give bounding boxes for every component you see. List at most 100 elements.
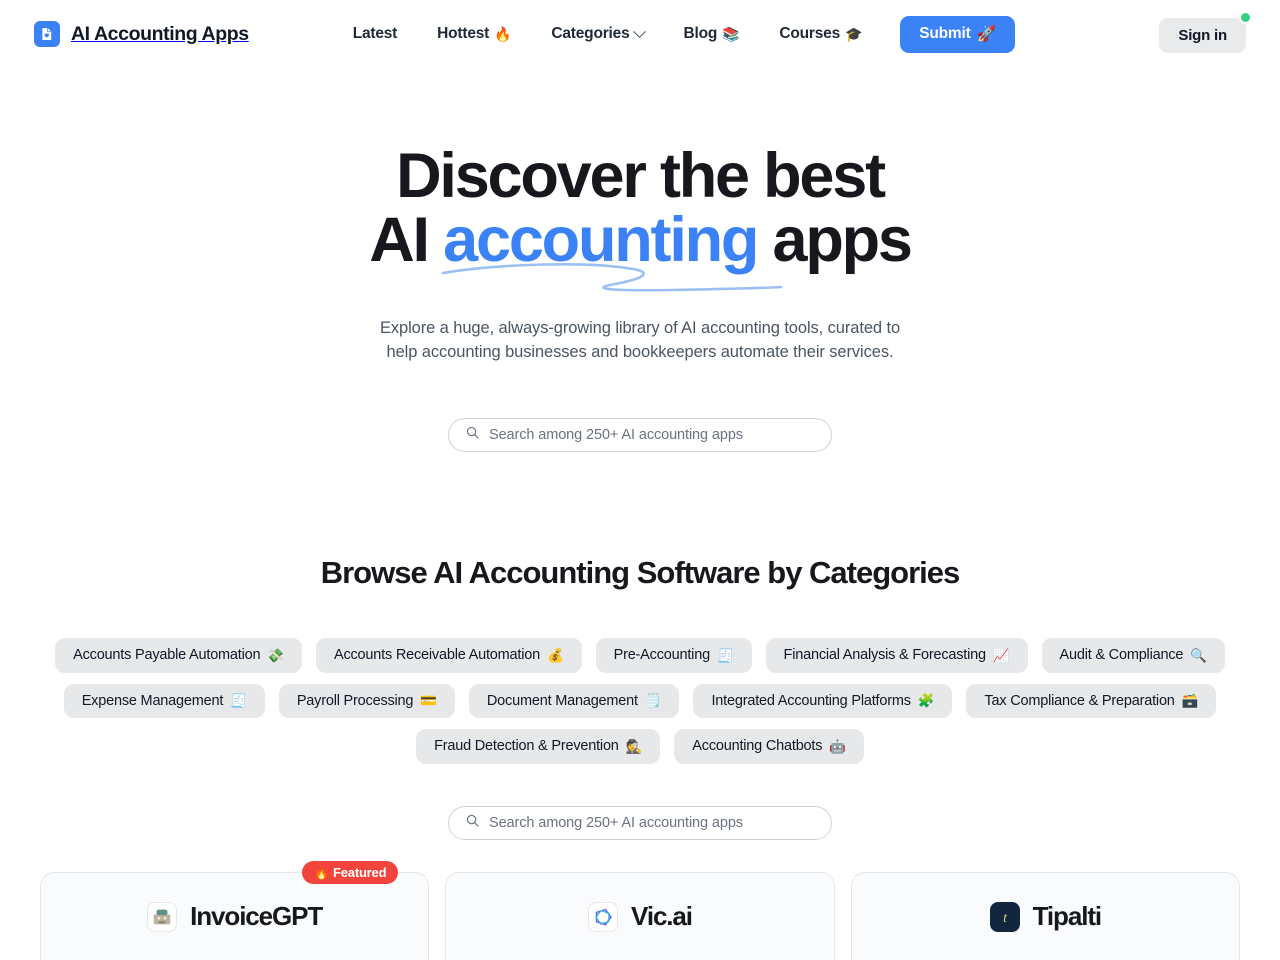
category-pill-financial-analysis-forecasting[interactable]: Financial Analysis & Forecasting 📈 xyxy=(765,638,1028,673)
nav-item-blog-label: Blog xyxy=(683,25,718,42)
brand-name: AI Accounting Apps xyxy=(71,22,249,45)
nav-item-blog[interactable]: Blog 📚 xyxy=(664,17,760,51)
robot-icon: 🤖 xyxy=(829,738,846,754)
categories-search-wrap xyxy=(0,806,1280,841)
categories-search-box[interactable] xyxy=(448,806,832,841)
rocket-icon: 🚀 xyxy=(976,25,996,43)
category-pill-list: Accounts Payable Automation 💸 Accounts R… xyxy=(0,638,1280,765)
status-indicator-dot xyxy=(1239,10,1252,24)
nav-item-courses-label: Courses xyxy=(779,25,840,42)
nav-item-categories-label: Categories xyxy=(551,25,630,42)
credit-card-icon: 💳 xyxy=(420,693,437,709)
category-pill-row: Accounts Payable Automation 💸 Accounts R… xyxy=(0,638,1280,673)
category-pill-pre-accounting[interactable]: Pre-Accounting 🧾 xyxy=(595,638,752,673)
categories-search-input[interactable] xyxy=(489,815,815,832)
category-pill-accounting-chatbots[interactable]: Accounting Chatbots 🤖 xyxy=(674,729,864,765)
nav-item-courses[interactable]: Courses 🎓 xyxy=(759,17,882,51)
hero-title-line2-post: apps xyxy=(757,205,912,276)
category-pill-integrated-accounting-platforms[interactable]: Integrated Accounting Platforms 🧩 xyxy=(693,683,953,719)
invoicegpt-logo-icon xyxy=(147,901,178,932)
brand-logo-link[interactable]: AI Accounting Apps xyxy=(34,21,249,47)
receipt-icon: 🧾 xyxy=(230,693,247,709)
sign-in-button[interactable]: Sign in xyxy=(1159,17,1246,53)
categories-heading: Browse AI Accounting Software by Categor… xyxy=(320,555,961,590)
app-card-title: Tipalti xyxy=(1032,901,1102,932)
nav-item-categories[interactable]: Categories xyxy=(531,17,663,51)
category-pill-label: Document Management xyxy=(486,692,638,709)
graduation-cap-icon: 🎓 xyxy=(845,26,863,42)
svg-text:t: t xyxy=(1003,910,1008,925)
category-pill-label: Accounts Receivable Automation xyxy=(333,647,540,663)
vicai-logo-icon xyxy=(588,901,619,932)
category-pill-label: Fraud Detection & Prevention xyxy=(434,738,619,755)
hero-search-box[interactable] xyxy=(448,418,832,452)
category-pill-document-management[interactable]: Document Management 🗒️ xyxy=(468,683,680,719)
tipalti-logo-icon: t xyxy=(989,901,1020,932)
category-pill-row: Expense Management 🧾 Payroll Processing … xyxy=(0,683,1280,719)
fire-icon: 🔥 xyxy=(314,865,330,880)
app-card-vicai[interactable]: Vic.ai xyxy=(445,872,835,960)
hero-title-highlight: accounting xyxy=(441,205,783,292)
hero-subtitle-line2: help accounting businesses and bookkeepe… xyxy=(386,343,894,362)
app-card-header: InvoiceGPT xyxy=(41,901,428,932)
receipt-icon: 🧾 xyxy=(716,647,734,663)
hero-title-highlight-text: accounting xyxy=(443,205,759,276)
fire-icon: 🔥 xyxy=(494,26,512,42)
submit-button-label: Submit xyxy=(919,25,971,42)
category-pill-row: Fraud Detection & Prevention 🕵️ Accounti… xyxy=(0,729,1280,765)
card-file-box-icon: 🗃️ xyxy=(1181,693,1199,709)
signin-area: Sign in xyxy=(1159,10,1252,53)
hero-title-line1: Discover the best xyxy=(396,141,886,211)
main-nav: Latest Hottest 🔥 Categories Blog 📚 Cours… xyxy=(333,15,1015,53)
money-wings-icon: 💸 xyxy=(267,647,284,663)
category-pill-fraud-detection-prevention[interactable]: Fraud Detection & Prevention 🕵️ xyxy=(416,729,661,765)
category-pill-label: Tax Compliance & Preparation xyxy=(984,692,1175,709)
search-icon xyxy=(465,813,480,833)
category-pill-label: Payroll Processing xyxy=(296,692,414,709)
category-pill-audit-compliance[interactable]: Audit & Compliance 🔍 xyxy=(1041,638,1225,673)
magnifying-glass-icon: 🔍 xyxy=(1190,647,1207,663)
app-card-invoicegpt[interactable]: 🔥 Featured InvoiceGPT xyxy=(40,861,430,960)
categories-section: Browse AI Accounting Software by Categor… xyxy=(0,555,1280,841)
app-card-title: Vic.ai xyxy=(631,901,693,932)
app-card-header: t Tipalti xyxy=(852,901,1239,932)
puzzle-piece-icon: 🧩 xyxy=(917,693,935,709)
books-icon: 📚 xyxy=(722,26,740,42)
hero-subtitle-line1: Explore a huge, always-growing library o… xyxy=(379,318,901,337)
page-title: Discover the best AI accounting apps xyxy=(0,141,1280,292)
category-pill-label: Expense Management xyxy=(81,692,224,709)
search-icon xyxy=(465,425,480,445)
app-card-header: Vic.ai xyxy=(446,901,833,932)
featured-badge-label: Featured xyxy=(333,865,387,881)
detective-icon: 🕵️ xyxy=(625,738,643,754)
chart-increasing-icon: 📈 xyxy=(992,647,1010,663)
nav-item-hottest[interactable]: Hottest 🔥 xyxy=(417,17,531,51)
hero-subtitle: Explore a huge, always-growing library o… xyxy=(0,316,1280,366)
hero-search-wrap xyxy=(0,418,1280,452)
category-pill-accounts-receivable-automation[interactable]: Accounts Receivable Automation 💰 xyxy=(315,638,582,673)
category-pill-accounts-payable-automation[interactable]: Accounts Payable Automation 💸 xyxy=(55,638,302,673)
app-card-grid: 🔥 Featured InvoiceGPT Vic.ai t Tipalti xyxy=(0,861,1280,960)
hero-title-line2-pre: AI xyxy=(369,205,444,276)
category-pill-label: Audit & Compliance xyxy=(1059,647,1184,663)
document-heart-icon xyxy=(34,21,60,47)
category-pill-payroll-processing[interactable]: Payroll Processing 💳 xyxy=(278,683,455,719)
nav-item-latest[interactable]: Latest xyxy=(333,17,417,51)
money-bag-icon: 💰 xyxy=(546,647,564,663)
category-pill-expense-management[interactable]: Expense Management 🧾 xyxy=(63,683,265,719)
category-pill-label: Accounts Payable Automation xyxy=(73,647,261,663)
category-pill-tax-compliance-preparation[interactable]: Tax Compliance & Preparation 🗃️ xyxy=(966,683,1217,719)
featured-badge: 🔥 Featured xyxy=(302,861,399,885)
hero-search-input[interactable] xyxy=(489,427,815,443)
app-card-tipalti[interactable]: t Tipalti xyxy=(850,872,1240,960)
notepad-icon: 🗒️ xyxy=(644,693,662,709)
chevron-down-icon xyxy=(632,24,646,38)
site-header: AI Accounting Apps Latest Hottest 🔥 Cate… xyxy=(0,0,1280,68)
submit-button[interactable]: Submit 🚀 xyxy=(900,15,1015,53)
category-pill-label: Pre-Accounting xyxy=(613,647,711,663)
app-card-title: InvoiceGPT xyxy=(190,901,323,932)
nav-item-latest-label: Latest xyxy=(352,25,398,42)
hero-section: Discover the best AI accounting apps Exp… xyxy=(0,68,1280,452)
category-pill-label: Integrated Accounting Platforms xyxy=(711,692,911,709)
category-pill-label: Accounting Chatbots xyxy=(692,738,823,755)
